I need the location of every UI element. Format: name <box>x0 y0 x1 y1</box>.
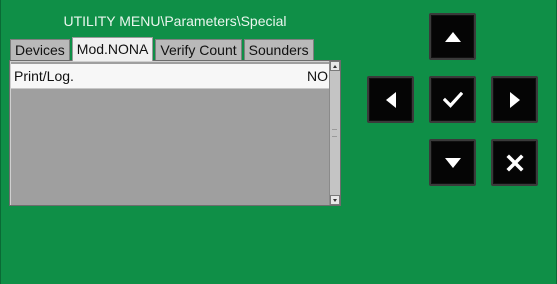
tab-verify-count[interactable]: Verify Count <box>155 39 242 60</box>
confirm-button[interactable] <box>429 76 476 123</box>
tab-sounders[interactable]: Sounders <box>243 39 314 60</box>
scroll-down-button[interactable] <box>330 195 340 205</box>
scroll-up-button[interactable] <box>330 61 340 71</box>
list-item-label: Print/Log. <box>14 68 74 84</box>
tab-mod-nona[interactable]: Mod.NONA <box>71 37 154 61</box>
left-button[interactable] <box>367 76 414 123</box>
list-item-value: NO <box>307 68 328 84</box>
arrow-left-icon <box>385 91 396 108</box>
down-button[interactable] <box>429 139 476 186</box>
right-button[interactable] <box>491 76 538 123</box>
tab-bar: Devices Mod.NONA Verify Count Sounders <box>10 36 316 61</box>
page-title: UTILITY MENU\Parameters\Special <box>63 13 287 29</box>
arrow-up-icon <box>444 31 461 42</box>
vertical-scrollbar[interactable] <box>329 61 340 205</box>
check-icon <box>442 91 463 108</box>
tab-devices[interactable]: Devices <box>10 39 70 60</box>
arrow-right-icon <box>509 91 520 108</box>
parameter-list: Print/Log. NO <box>9 60 341 206</box>
list-item[interactable]: Print/Log. NO <box>11 64 330 89</box>
cancel-button[interactable] <box>491 139 538 186</box>
arrow-down-icon <box>444 157 461 168</box>
scroll-grip[interactable] <box>332 129 337 137</box>
up-button[interactable] <box>429 13 476 60</box>
cross-icon <box>505 153 524 172</box>
